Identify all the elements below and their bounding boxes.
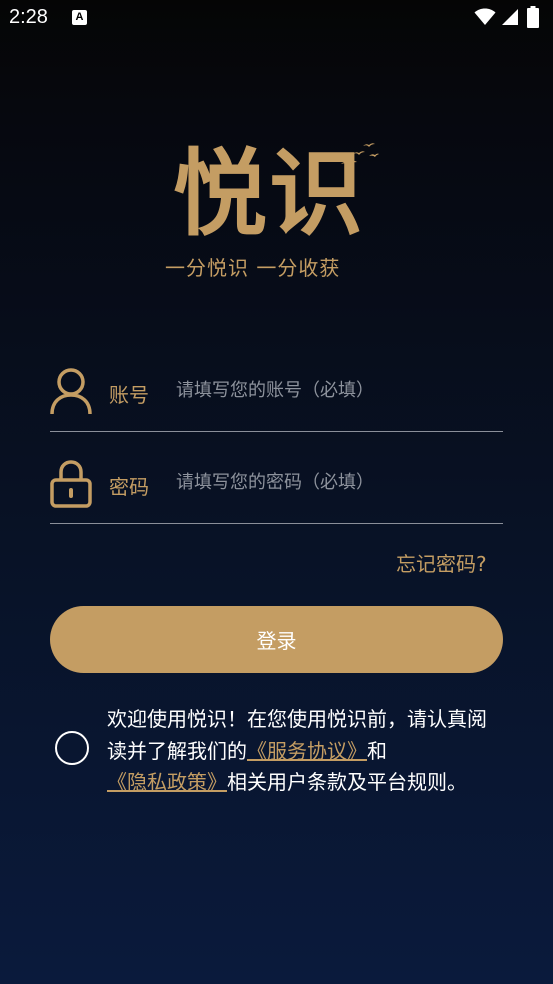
agreement-checkbox[interactable]: [55, 731, 89, 765]
agreement-text: 欢迎使用悦识！在您使用悦识前，请认真阅读并了解我们的《服务协议》和《隐私政策》相…: [107, 704, 503, 799]
forgot-password-link[interactable]: 忘记密码?: [396, 548, 487, 577]
lock-icon: [50, 460, 92, 508]
a-notification-icon: A: [72, 10, 87, 25]
privacy-policy-link[interactable]: 《隐私政策》: [107, 770, 227, 794]
login-button[interactable]: 登录: [50, 606, 503, 673]
service-agreement-link[interactable]: 《服务协议》: [247, 739, 367, 763]
account-label: 账号: [109, 383, 149, 407]
signal-icon: [502, 9, 518, 25]
logo-slogan: 一分悦识 一分收获: [165, 256, 341, 280]
account-row: 账号: [50, 341, 503, 432]
status-time: 2:28: [9, 6, 48, 28]
status-bar: 2:28 A: [0, 0, 553, 38]
user-icon: [50, 368, 92, 415]
password-input[interactable]: [176, 465, 496, 499]
app-logo: 悦识 一分悦识 一分收获: [165, 140, 390, 280]
account-input[interactable]: [176, 373, 496, 407]
birds-icon: [341, 143, 379, 166]
battery-icon: [527, 6, 539, 28]
agreement-text-after: 相关用户条款及平台规则。: [227, 770, 467, 794]
agreement-text-middle: 和: [367, 738, 387, 763]
wifi-icon: [474, 8, 496, 25]
password-label: 密码: [109, 475, 149, 499]
password-row: 密码: [50, 433, 503, 524]
